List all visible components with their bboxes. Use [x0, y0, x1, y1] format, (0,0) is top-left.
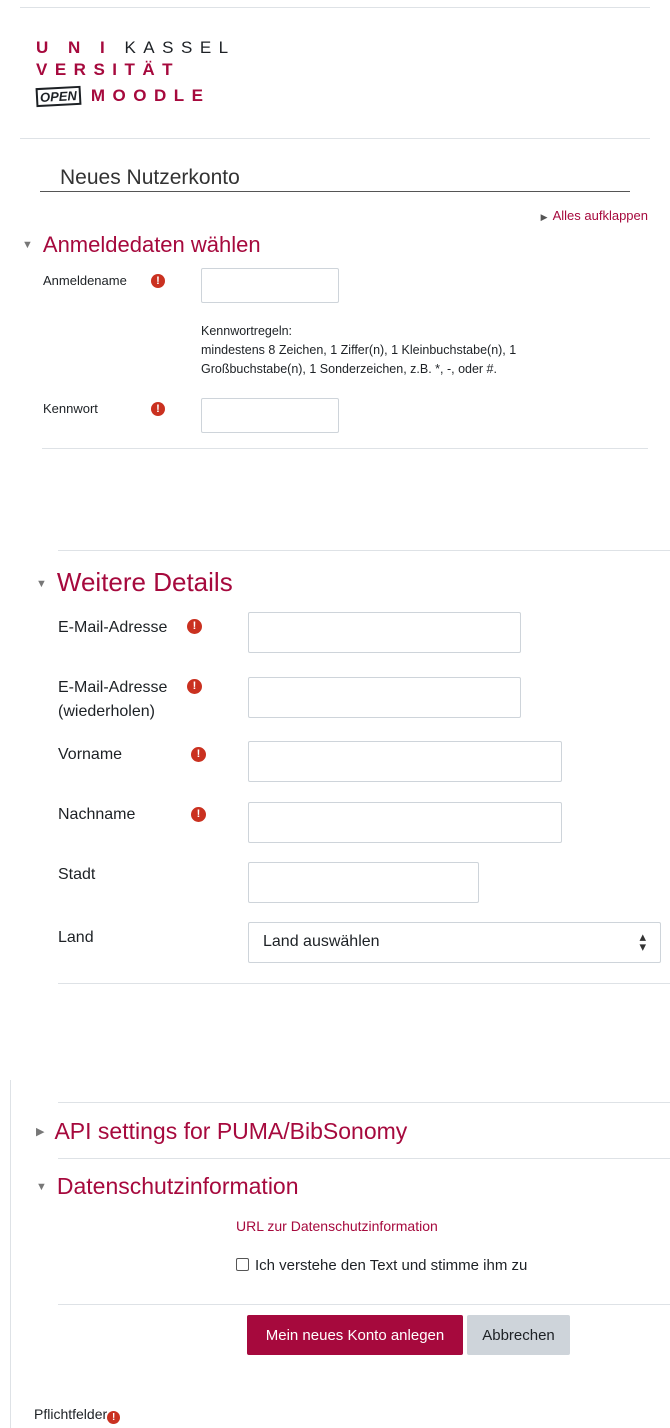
- caret-right-icon: ▶: [540, 212, 548, 222]
- password-rules-title: Kennwortregeln:: [201, 324, 293, 338]
- cancel-button[interactable]: Abbrechen: [467, 1315, 570, 1355]
- section-divider: [58, 550, 670, 551]
- caret-down-icon: ▼: [36, 1181, 47, 1193]
- section-puma-title: API settings for PUMA/BibSonomy: [54, 1118, 408, 1144]
- firstname-label: Vorname: [58, 746, 123, 763]
- firstname-input[interactable]: [248, 741, 562, 782]
- sort-arrows-icon: ▴ ▾: [639, 929, 646, 954]
- section-divider: [58, 1158, 670, 1159]
- section-divider: [58, 1102, 670, 1103]
- required-icon: !: [187, 679, 202, 694]
- logo-kassel: KASSEL: [124, 38, 236, 57]
- title-underline: [40, 191, 630, 192]
- logo-moodle: MOODLE: [90, 86, 211, 105]
- password-input[interactable]: [201, 398, 339, 433]
- section-login-title: Anmeldedaten wählen: [42, 232, 261, 257]
- expand-all-label: Alles aufklappen: [552, 208, 648, 223]
- logo-versitaet: VERSITÄT: [36, 60, 181, 79]
- password-label: Kennwort: [43, 401, 98, 416]
- lastname-label: Nachname: [58, 806, 136, 823]
- header-divider: [20, 138, 650, 139]
- required-icon: !: [151, 402, 165, 416]
- city-input[interactable]: [248, 862, 479, 903]
- username-input[interactable]: [201, 268, 339, 303]
- section-privacy-title: Datenschutzinformation: [56, 1173, 299, 1199]
- panel-left-border: [10, 1080, 11, 1428]
- section-divider: [58, 1304, 670, 1305]
- email-repeat-label-line1: E-Mail-Adresse: [58, 679, 168, 696]
- required-fields-note: Pflichtfelder!: [34, 1406, 121, 1424]
- create-account-button[interactable]: Mein neues Konto anlegen: [247, 1315, 463, 1355]
- email-repeat-input[interactable]: [248, 677, 521, 718]
- section-puma-header[interactable]: ▶ API settings for PUMA/BibSonomy: [36, 1118, 407, 1145]
- password-rules: Kennwortregeln: mindestens 8 Zeichen, 1 …: [201, 322, 621, 379]
- caret-down-icon: ▼: [36, 578, 47, 590]
- logo-open-badge: OPEN: [35, 85, 82, 108]
- caret-down-icon: ▼: [22, 239, 33, 251]
- email-input[interactable]: [248, 612, 521, 653]
- required-icon: !: [107, 1411, 121, 1424]
- country-label: Land: [58, 929, 94, 946]
- section-details-header[interactable]: ▼ Weitere Details: [36, 567, 233, 598]
- section-privacy-header[interactable]: ▼ Datenschutzinformation: [36, 1173, 299, 1200]
- page-title: Neues Nutzerkonto: [60, 166, 240, 189]
- section-divider: [42, 448, 648, 449]
- required-icon: !: [187, 619, 202, 634]
- country-select-value: Land auswählen: [263, 933, 380, 950]
- caret-right-icon: ▶: [36, 1126, 45, 1138]
- lastname-input[interactable]: [248, 802, 562, 843]
- password-rules-text: mindestens 8 Zeichen, 1 Ziffer(n), 1 Kle…: [201, 343, 517, 376]
- required-icon: !: [191, 807, 206, 822]
- required-icon: !: [191, 747, 206, 762]
- privacy-consent-row[interactable]: Ich verstehe den Text und stimme ihm zu: [236, 1257, 527, 1274]
- section-login-header[interactable]: ▼ Anmeldedaten wählen: [22, 232, 261, 258]
- city-label: Stadt: [58, 866, 96, 883]
- section-divider: [58, 983, 670, 984]
- username-label: Anmeldename: [43, 273, 127, 288]
- logo-uni: U N I: [36, 38, 113, 57]
- privacy-consent-checkbox[interactable]: [236, 1258, 249, 1271]
- section-details-title: Weitere Details: [56, 567, 233, 597]
- privacy-policy-link[interactable]: URL zur Datenschutzinformation: [236, 1218, 438, 1234]
- required-icon: !: [151, 274, 165, 288]
- country-select[interactable]: Land auswählen ▴ ▾: [248, 922, 661, 963]
- required-fields-label: Pflichtfelder: [34, 1406, 108, 1422]
- top-divider: [20, 7, 650, 8]
- email-repeat-label: E-Mail-Adresse (wiederholen): [58, 676, 167, 724]
- email-label: E-Mail-Adresse: [58, 619, 168, 636]
- email-repeat-label-line2: (wiederholen): [58, 703, 155, 720]
- privacy-consent-label: Ich verstehe den Text und stimme ihm zu: [255, 1257, 528, 1274]
- expand-all-link[interactable]: ▶ Alles aufklappen: [541, 208, 648, 223]
